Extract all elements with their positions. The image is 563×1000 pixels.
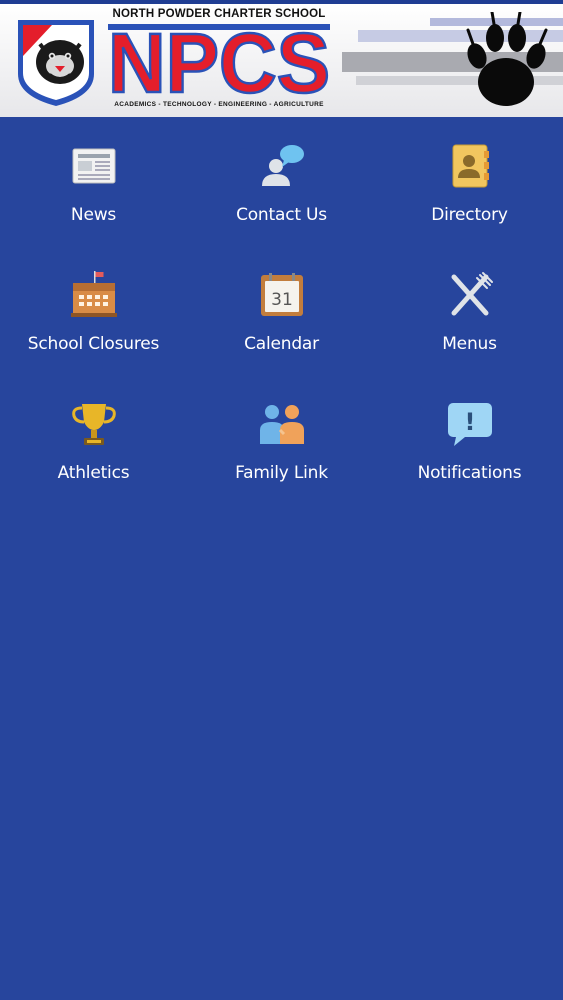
menu-item-label: Family Link: [235, 463, 328, 483]
menu-item-menus[interactable]: Menus: [376, 246, 563, 374]
menu-item-label: Menus: [442, 334, 497, 354]
npcs-logo: NORTH POWDER CHARTER SCHOOL NPCS ACADEMI…: [108, 8, 330, 112]
podium-icon: [71, 271, 117, 317]
fork-knife-icon: [451, 272, 493, 316]
trophy-icon: [72, 404, 116, 445]
contact-chat-icon: [262, 145, 304, 186]
menu-item-contact-us[interactable]: Contact Us: [188, 117, 375, 245]
menu-item-school-closures[interactable]: School Closures: [0, 246, 187, 374]
menu-item-calendar[interactable]: 31 Calendar: [188, 246, 375, 374]
newspaper-icon: [72, 148, 116, 184]
menu-item-directory[interactable]: Directory: [376, 117, 563, 245]
panther-crest-icon: [18, 20, 94, 106]
menu-item-news[interactable]: News: [0, 117, 187, 245]
menu-item-family-link[interactable]: Family Link: [188, 375, 375, 503]
menu-item-label: Notifications: [417, 463, 522, 483]
menu-item-label: News: [70, 205, 117, 225]
people-icon: [260, 405, 304, 444]
menu-item-label: Athletics: [57, 463, 130, 483]
school-tagline: ACADEMICS - TECHNOLOGY - ENGINEERING - A…: [114, 101, 324, 108]
logo-letters: NPCS: [108, 22, 330, 96]
menu-item-label: Calendar: [244, 334, 319, 354]
calendar-day: 31: [271, 290, 293, 310]
menu-item-label: Contact Us: [236, 205, 327, 225]
calendar-icon: 31: [261, 273, 303, 316]
menu-item-label: School Closures: [27, 334, 160, 354]
school-name: NORTH POWDER CHARTER SCHOOL: [112, 8, 326, 20]
alert-glyph: !: [465, 408, 476, 436]
paw-print-icon: [466, 12, 548, 106]
address-book-icon: [452, 144, 489, 188]
alert-bubble-icon: !: [448, 403, 492, 446]
logo-wordmark: NPCS: [108, 22, 330, 96]
school-banner: NORTH POWDER CHARTER SCHOOL NPCS ACADEMI…: [0, 4, 563, 117]
menu-item-label: Directory: [431, 205, 508, 225]
menu-item-notifications[interactable]: ! Notifications: [376, 375, 563, 503]
menu-item-athletics[interactable]: Athletics: [0, 375, 187, 503]
